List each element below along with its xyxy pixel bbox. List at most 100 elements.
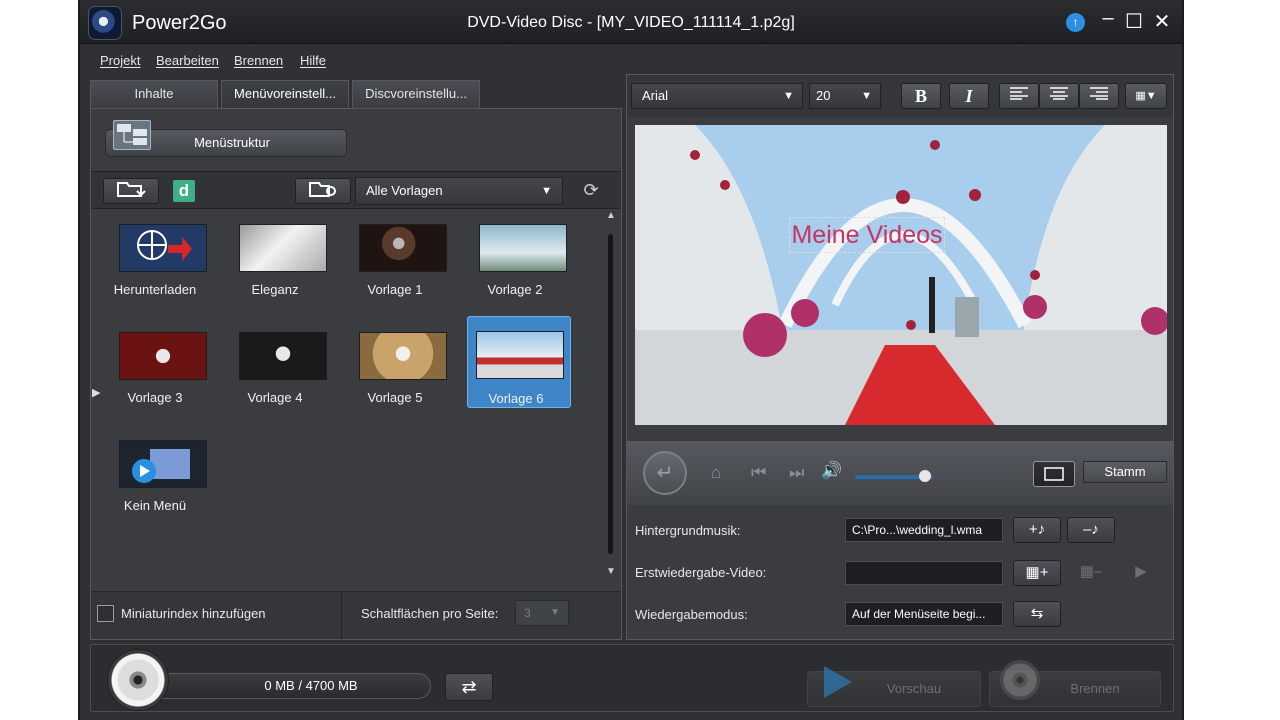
scroll-up-icon[interactable]: ▲ [606, 210, 616, 221]
scroll-track[interactable] [608, 234, 613, 554]
divider [341, 592, 342, 640]
preview-label: Vorschau [886, 681, 942, 696]
update-icon[interactable]: ↑ [1066, 13, 1085, 32]
chevron-down-icon: ▼ [541, 185, 552, 197]
next-icon[interactable]: ⏭ [789, 463, 804, 483]
refresh-icon[interactable]: ⟳ [575, 178, 607, 204]
template-toolbar: d Alle Vorlagen ▼ ⟳ [91, 171, 621, 209]
align-right-icon[interactable] [1079, 83, 1119, 109]
burn-disc-icon [1000, 660, 1040, 700]
swap-icon[interactable]: ⇄ [445, 673, 493, 701]
menu-projekt[interactable]: Projekt [100, 53, 140, 68]
background-music-field[interactable]: C:\Pro...\wedding_l.wma [845, 518, 1003, 542]
template-thumbnail [119, 440, 207, 488]
aspect-icon[interactable] [1033, 461, 1075, 487]
first-play-video-label: Erstwiedergabe-Video: [635, 565, 767, 580]
burn-button[interactable]: Brennen [989, 660, 1161, 707]
italic-icon[interactable]: I [949, 83, 989, 109]
title-bar: Power2Go DVD-Video Disc - [MY_VIDEO_1111… [80, 0, 1182, 44]
template-options-bar: Miniaturindex hinzufügen Schaltflächen p… [91, 591, 621, 640]
template-thumbnail [239, 332, 327, 380]
preview-title-text[interactable]: Meine Videos [789, 217, 945, 253]
buttons-per-page-label: Schaltflächen pro Seite: [361, 606, 499, 621]
add-music-icon[interactable]: +♪ [1013, 517, 1061, 543]
grid-icon[interactable]: ▦▼ [1125, 83, 1167, 109]
collapse-panel-icon[interactable]: ▶ [92, 386, 100, 399]
template-name: Vorlage 4 [247, 390, 303, 405]
buttons-per-page-select[interactable]: 3 ▼ [515, 600, 569, 626]
home-icon[interactable]: ⌂ [711, 463, 721, 483]
font-select[interactable]: Arial ▼ [631, 83, 803, 109]
background-music-label: Hintergrundmusik: [635, 523, 741, 538]
preview-play-icon [822, 662, 854, 702]
playback-bar: ↵ ⌂ ⏮ ⏭ 🔊 Stamm [627, 441, 1173, 505]
bold-icon[interactable]: B [901, 83, 941, 109]
template-thumbnail [479, 224, 567, 272]
preview-button[interactable]: Vorschau [807, 666, 981, 707]
template-thumbnail [239, 224, 327, 272]
maximize-icon[interactable]: ☐ [1122, 10, 1146, 34]
tab-discvoreinstellungen[interactable]: Discvoreinstellu... [352, 80, 480, 108]
root-menu-button[interactable]: Stamm [1083, 461, 1167, 483]
playback-mode-icon[interactable]: ⇆ [1013, 601, 1061, 627]
template-item[interactable]: Vorlage 5 [343, 326, 447, 418]
menu-brennen[interactable]: Brennen [234, 53, 283, 68]
template-item[interactable]: Kein Menü [103, 434, 207, 526]
template-name: Vorlage 2 [487, 282, 543, 297]
remove-music-icon[interactable]: –♪ [1067, 517, 1115, 543]
template-name: Vorlage 3 [127, 390, 183, 405]
chevron-down-icon: ▼ [861, 90, 872, 102]
preview-scene [635, 125, 1167, 425]
align-left-icon[interactable] [999, 83, 1039, 109]
template-scrollbar[interactable]: ▲ ▼ [603, 210, 619, 582]
thumbnail-index-checkbox[interactable] [97, 605, 114, 622]
menu-hilfe[interactable]: Hilfe [300, 53, 326, 68]
volume-icon[interactable]: 🔊 [821, 461, 842, 481]
buttons-per-page-value: 3 [524, 606, 531, 620]
remove-video-icon[interactable]: ▦– [1067, 560, 1115, 586]
return-icon[interactable]: ↵ [643, 451, 687, 495]
template-settings-icon[interactable] [295, 178, 351, 204]
font-size-select[interactable]: 20 ▼ [809, 83, 881, 109]
open-folder-icon[interactable] [103, 178, 159, 204]
close-icon[interactable]: ✕ [1150, 10, 1174, 34]
window-title: DVD-Video Disc - [MY_VIDEO_111114_1.p2g] [467, 14, 795, 31]
add-video-icon[interactable]: ▦+ [1013, 560, 1061, 586]
template-item[interactable]: Eleganz [223, 218, 327, 310]
menu-preview[interactable]: Meine Videos [635, 125, 1167, 425]
disc-icon [107, 649, 169, 711]
play-icon[interactable]: ▶ [1121, 560, 1161, 586]
template-item[interactable]: Herunterladen [103, 218, 207, 310]
template-name: Vorlage 5 [367, 390, 423, 405]
template-thumbnail [359, 332, 447, 380]
template-name: Herunterladen [113, 282, 197, 297]
template-name: Kein Menü [123, 498, 187, 513]
menu-structure-icon [113, 120, 151, 150]
tab-menuvoreinstellungen[interactable]: Menüvoreinstell... [221, 80, 349, 108]
disc-capacity-bar: 0 MB / 4700 MB [151, 673, 431, 699]
menu-bearbeiten[interactable]: Bearbeiten [156, 53, 219, 68]
template-item[interactable]: Vorlage 2 [463, 218, 567, 310]
d-icon[interactable]: d [173, 180, 195, 202]
bottom-bar: 0 MB / 4700 MB ⇄ Vorschau Brennen [90, 644, 1174, 712]
volume-slider-handle[interactable] [919, 470, 932, 482]
font-toolbar: Arial ▼ 20 ▼ B I ▦▼ [627, 75, 1173, 117]
template-item[interactable]: Vorlage 1 [343, 218, 447, 310]
template-name: Eleganz [251, 282, 299, 297]
prev-icon[interactable]: ⏮ [751, 463, 766, 483]
template-filter-value: Alle Vorlagen [366, 183, 443, 198]
first-play-video-field[interactable] [845, 561, 1003, 585]
scroll-down-icon[interactable]: ▼ [606, 566, 616, 577]
menu-presets-panel: Menüstruktur d Alle Vorlagen ▼ ⟳ Herunte… [90, 108, 622, 640]
tab-inhalte[interactable]: Inhalte [90, 80, 218, 108]
template-item-selected[interactable]: Vorlage 6 [467, 316, 571, 408]
playback-mode-field[interactable]: Auf der Menüseite begi... [845, 602, 1003, 626]
chevron-down-icon: ▼ [783, 90, 794, 102]
template-filter-select[interactable]: Alle Vorlagen ▼ [355, 177, 563, 205]
template-item[interactable]: Vorlage 4 [223, 326, 327, 418]
align-center-icon[interactable] [1039, 83, 1079, 109]
template-item[interactable]: Vorlage 3 [103, 326, 207, 418]
template-thumbnail [119, 224, 207, 272]
right-panel: Arial ▼ 20 ▼ B I ▦▼ Meine Videos ↵ ⌂ ⏮ ⏭… [626, 74, 1174, 640]
minimize-icon[interactable]: – [1096, 6, 1120, 30]
